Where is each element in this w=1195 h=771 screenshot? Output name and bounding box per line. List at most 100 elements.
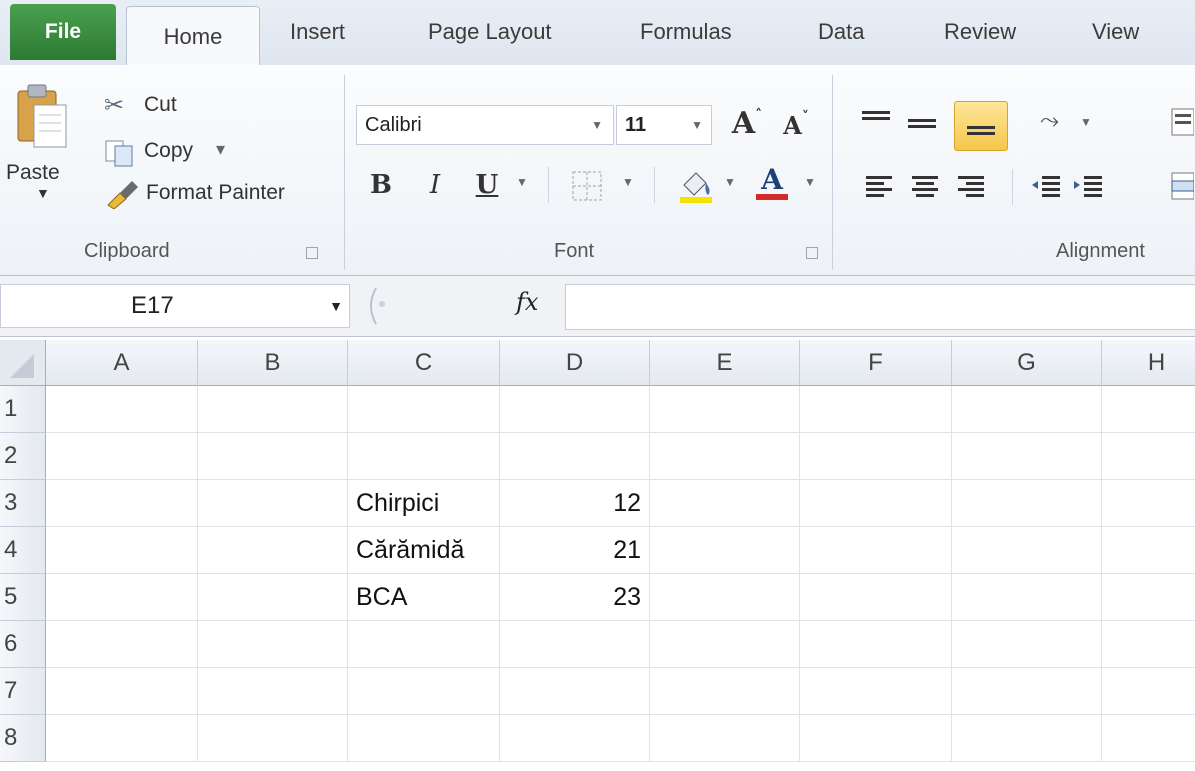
- cell-f5[interactable]: [800, 574, 952, 621]
- name-box[interactable]: E17 ▼: [0, 284, 350, 328]
- cell-c4[interactable]: Cărămidă: [348, 527, 500, 574]
- bold-button[interactable]: B: [364, 165, 398, 205]
- cell-h7[interactable]: [1102, 668, 1195, 715]
- cell-b3[interactable]: [198, 480, 348, 527]
- cell-f2[interactable]: [800, 433, 952, 480]
- cell-c3[interactable]: Chirpici: [348, 480, 500, 527]
- copy-button[interactable]: Copy ▾: [104, 137, 254, 171]
- insert-function-icon[interactable]: fx: [516, 288, 538, 316]
- italic-button[interactable]: I: [418, 165, 452, 205]
- cell-c8[interactable]: [348, 715, 500, 762]
- cell-d5[interactable]: 23: [500, 574, 650, 621]
- column-header-a[interactable]: A: [46, 340, 198, 386]
- cell-a7[interactable]: [46, 668, 198, 715]
- cell-g5[interactable]: [952, 574, 1102, 621]
- column-header-c[interactable]: C: [348, 340, 500, 386]
- cell-e5[interactable]: [650, 574, 800, 621]
- column-header-g[interactable]: G: [952, 340, 1102, 386]
- cell-e6[interactable]: [650, 621, 800, 668]
- tab-file[interactable]: File: [10, 4, 116, 60]
- select-all-corner[interactable]: [0, 340, 46, 386]
- cell-b4[interactable]: [198, 527, 348, 574]
- cell-g1[interactable]: [952, 386, 1102, 433]
- align-top-icon[interactable]: [860, 107, 892, 135]
- cell-d1[interactable]: [500, 386, 650, 433]
- cut-button[interactable]: ✂ Cut: [104, 91, 224, 125]
- wrap-text-icon[interactable]: [1170, 107, 1194, 137]
- font-family-chevron-down-icon[interactable]: ▼: [591, 118, 613, 132]
- paste-dropdown-arrow-icon[interactable]: ▼: [36, 185, 50, 201]
- fill-color-icon[interactable]: [676, 165, 716, 205]
- cell-f1[interactable]: [800, 386, 952, 433]
- orientation-chevron-down-icon[interactable]: ▼: [1080, 115, 1092, 129]
- cell-a2[interactable]: [46, 433, 198, 480]
- tab-home[interactable]: Home: [126, 6, 260, 67]
- cell-e8[interactable]: [650, 715, 800, 762]
- tab-page-layout[interactable]: Page Layout: [428, 0, 552, 64]
- cell-a6[interactable]: [46, 621, 198, 668]
- row-header-6[interactable]: 6: [0, 621, 46, 668]
- tab-insert[interactable]: Insert: [290, 0, 345, 64]
- column-header-d[interactable]: D: [500, 340, 650, 386]
- cell-g4[interactable]: [952, 527, 1102, 574]
- cell-c2[interactable]: [348, 433, 500, 480]
- cell-d3[interactable]: 12: [500, 480, 650, 527]
- tab-data[interactable]: Data: [818, 0, 864, 64]
- orientation-icon[interactable]: ⤳: [1040, 107, 1059, 135]
- cell-a4[interactable]: [46, 527, 198, 574]
- cell-e1[interactable]: [650, 386, 800, 433]
- row-header-1[interactable]: 1: [0, 386, 46, 433]
- cell-b7[interactable]: [198, 668, 348, 715]
- cell-b6[interactable]: [198, 621, 348, 668]
- cell-h8[interactable]: [1102, 715, 1195, 762]
- clipboard-dialog-launcher-icon[interactable]: [306, 247, 318, 259]
- cell-a5[interactable]: [46, 574, 198, 621]
- worksheet-grid[interactable]: A B C D E F G H 1 2 3 Chirpici 12 4 Cărămidă 21 5 BCA 23 6 7…: [0, 340, 1195, 771]
- row-header-5[interactable]: 5: [0, 574, 46, 621]
- cell-d8[interactable]: [500, 715, 650, 762]
- column-header-h[interactable]: H: [1102, 340, 1195, 386]
- font-color-chevron-down-icon[interactable]: ▼: [804, 175, 816, 189]
- cell-h1[interactable]: [1102, 386, 1195, 433]
- fill-color-chevron-down-icon[interactable]: ▼: [724, 175, 736, 189]
- font-size-select[interactable]: 11 ▼: [616, 105, 712, 145]
- shrink-font-button[interactable]: A ˅: [776, 107, 816, 143]
- formula-bar-expand-handle-icon[interactable]: [362, 284, 402, 328]
- column-header-e[interactable]: E: [650, 340, 800, 386]
- font-family-select[interactable]: Calibri ▼: [356, 105, 614, 145]
- name-box-chevron-down-icon[interactable]: ▼: [329, 298, 349, 314]
- align-right-icon[interactable]: [956, 173, 988, 201]
- cell-h2[interactable]: [1102, 433, 1195, 480]
- font-size-chevron-down-icon[interactable]: ▼: [691, 118, 711, 132]
- cell-f6[interactable]: [800, 621, 952, 668]
- grow-font-button[interactable]: A ˄: [724, 103, 770, 143]
- cell-e2[interactable]: [650, 433, 800, 480]
- cell-h3[interactable]: [1102, 480, 1195, 527]
- cell-e4[interactable]: [650, 527, 800, 574]
- cell-b5[interactable]: [198, 574, 348, 621]
- cell-h6[interactable]: [1102, 621, 1195, 668]
- cell-c7[interactable]: [348, 668, 500, 715]
- cell-b8[interactable]: [198, 715, 348, 762]
- cell-g6[interactable]: [952, 621, 1102, 668]
- align-left-icon[interactable]: [864, 173, 896, 201]
- cell-b1[interactable]: [198, 386, 348, 433]
- formula-input[interactable]: [565, 284, 1195, 330]
- cell-d6[interactable]: [500, 621, 650, 668]
- cell-f4[interactable]: [800, 527, 952, 574]
- cell-d4[interactable]: 21: [500, 527, 650, 574]
- align-middle-icon[interactable]: [906, 111, 938, 139]
- cell-c1[interactable]: [348, 386, 500, 433]
- underline-chevron-down-icon[interactable]: ▼: [516, 175, 528, 189]
- cell-g7[interactable]: [952, 668, 1102, 715]
- row-header-3[interactable]: 3: [0, 480, 46, 527]
- copy-dropdown-arrow-icon[interactable]: ▾: [216, 139, 225, 160]
- decrease-indent-icon[interactable]: [1030, 173, 1062, 201]
- row-header-7[interactable]: 7: [0, 668, 46, 715]
- row-header-2[interactable]: 2: [0, 433, 46, 480]
- cell-a3[interactable]: [46, 480, 198, 527]
- increase-indent-icon[interactable]: [1072, 173, 1104, 201]
- borders-chevron-down-icon[interactable]: ▼: [622, 175, 634, 189]
- column-header-f[interactable]: F: [800, 340, 952, 386]
- tab-formulas[interactable]: Formulas: [640, 0, 732, 64]
